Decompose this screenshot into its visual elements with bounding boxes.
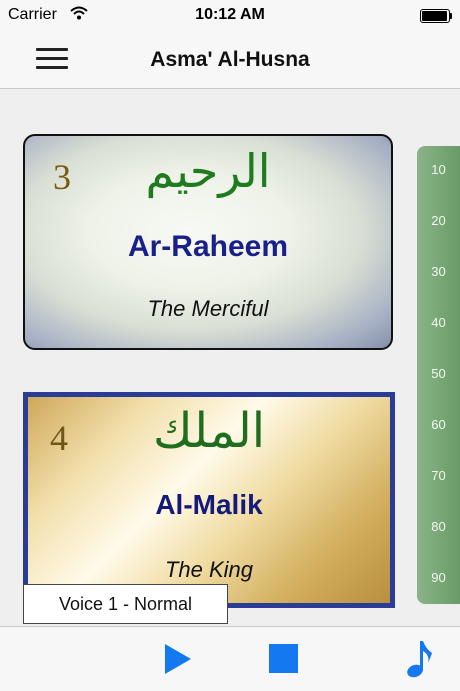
name-card-4[interactable]: 4 الملك Al-Malik The King xyxy=(23,392,395,608)
card-arabic-name: الملك xyxy=(152,403,266,459)
page-title: Asma' Al-Husna xyxy=(150,48,310,71)
index-scrubber[interactable]: 10 20 30 40 50 60 70 80 90 xyxy=(417,146,460,604)
status-time: 10:12 AM xyxy=(195,6,265,23)
index-tick[interactable]: 60 xyxy=(417,417,460,432)
music-note-icon[interactable] xyxy=(406,639,434,679)
nav-bar: Asma' Al-Husna xyxy=(0,32,460,89)
card-meaning: The King xyxy=(164,557,254,582)
stop-icon[interactable] xyxy=(269,644,298,673)
name-card-3[interactable]: 3 الرحيم Ar-Raheem The Merciful xyxy=(23,134,393,350)
card-transliteration: Ar-Raheem xyxy=(127,230,289,263)
playback-toolbar xyxy=(0,626,460,691)
index-tick[interactable]: 50 xyxy=(417,366,460,381)
card-transliteration: Al-Malik xyxy=(155,489,263,520)
card-meaning: The Merciful xyxy=(147,296,269,321)
index-tick[interactable]: 20 xyxy=(417,213,460,228)
card-arabic-name: الرحيم xyxy=(145,144,271,198)
index-tick[interactable]: 70 xyxy=(417,468,460,483)
index-tick[interactable]: 40 xyxy=(417,315,460,330)
status-bar: Carrier 10:12 AM xyxy=(0,0,460,32)
index-tick[interactable]: 30 xyxy=(417,264,460,279)
play-icon[interactable] xyxy=(164,643,192,675)
index-tick[interactable]: 80 xyxy=(417,519,460,534)
battery-icon xyxy=(420,9,452,23)
index-tick[interactable]: 10 xyxy=(417,162,460,177)
index-tick[interactable]: 90 xyxy=(417,570,460,585)
voice-selector[interactable]: Voice 1 - Normal xyxy=(23,584,228,624)
